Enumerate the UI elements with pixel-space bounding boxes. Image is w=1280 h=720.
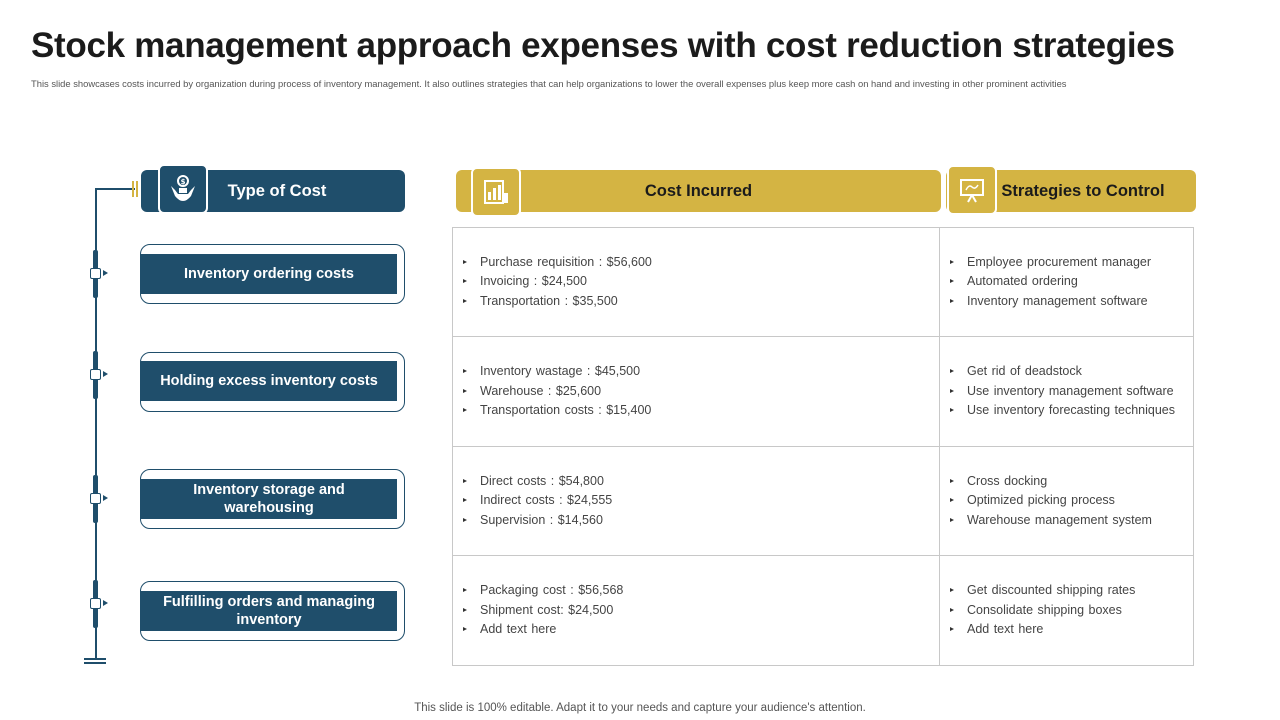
cost-incurred-header-label: Cost Incurred (644, 181, 753, 200)
list-item: Use inventory management software (950, 382, 1188, 402)
list-item: Automated ordering (950, 272, 1188, 292)
list-item: Transportation : $35,500 (463, 292, 933, 312)
timeline-arrow (103, 270, 108, 276)
page-title: Stock management approach expenses with … (31, 26, 1175, 65)
list-item: Consolidate shipping boxes (950, 601, 1188, 621)
timeline-base (84, 658, 106, 660)
cost-cell: Inventory wastage : $45,500 Warehouse : … (463, 337, 933, 446)
list-item: Warehouse : $25,600 (463, 382, 933, 402)
list-item: Cross docking (950, 472, 1188, 492)
list-item: Add text here (950, 620, 1188, 640)
timeline-cap (132, 181, 134, 197)
strategy-cell: Get rid of deadstock Use inventory manag… (950, 337, 1188, 446)
timeline-cap (136, 181, 138, 197)
list-item: Warehouse management system (950, 511, 1188, 531)
timeline-node (90, 268, 101, 279)
timeline-top-connector (95, 188, 135, 190)
cost-cell: Packaging cost : $56,568 Shipment cost: … (463, 556, 933, 665)
timeline-node (90, 493, 101, 504)
list-item: Inventory wastage : $45,500 (463, 362, 933, 382)
type-of-cost-header-label: Type of Cost (227, 181, 327, 200)
strategy-cell: Get discounted shipping rates Consolidat… (950, 556, 1188, 665)
type-item-storage: Inventory storage and warehousing (141, 479, 397, 519)
timeline-node (90, 369, 101, 380)
chart-report-icon (471, 167, 521, 217)
timeline-arrow (103, 495, 108, 501)
strategy-cell: Cross docking Optimized picking process … (950, 447, 1188, 555)
list-item: Add text here (463, 620, 933, 640)
type-item-ordering: Inventory ordering costs (141, 254, 397, 294)
strategy-cell: Employee procurement manager Automated o… (950, 228, 1188, 336)
timeline-node (90, 598, 101, 609)
presentation-board-icon (947, 165, 997, 215)
cost-cell: Direct costs : $54,800 Indirect costs : … (463, 447, 933, 555)
timeline-base (84, 662, 106, 664)
svg-text:$: $ (181, 178, 186, 186)
list-item: Employee procurement manager (950, 253, 1188, 273)
list-item: Optimized picking process (950, 491, 1188, 511)
timeline-arrow (103, 371, 108, 377)
list-item: Packaging cost : $56,568 (463, 581, 933, 601)
list-item: Use inventory forecasting techniques (950, 401, 1188, 421)
type-item-fulfilling: Fulfilling orders and managing inventory (141, 591, 397, 631)
list-item: Shipment cost: $24,500 (463, 601, 933, 621)
page-subtitle: This slide showcases costs incurred by o… (31, 78, 1067, 89)
strategies-header-label: Strategies to Control (1001, 181, 1165, 200)
list-item: Inventory management software (950, 292, 1188, 312)
cost-cell: Purchase requisition : $56,600 Invoicing… (463, 228, 933, 336)
footer-note: This slide is 100% editable. Adapt it to… (414, 702, 866, 714)
list-item: Purchase requisition : $56,600 (463, 253, 933, 273)
list-item: Invoicing : $24,500 (463, 272, 933, 292)
timeline-arrow (103, 600, 108, 606)
list-item: Direct costs : $54,800 (463, 472, 933, 492)
list-item: Get discounted shipping rates (950, 581, 1188, 601)
list-item: Indirect costs : $24,555 (463, 491, 933, 511)
hand-money-icon: $ (158, 164, 208, 214)
list-item: Transportation costs : $15,400 (463, 401, 933, 421)
list-item: Supervision : $14,560 (463, 511, 933, 531)
list-item: Get rid of deadstock (950, 362, 1188, 382)
cost-incurred-header: Cost Incurred (456, 170, 941, 212)
type-item-holding: Holding excess inventory costs (141, 361, 397, 401)
